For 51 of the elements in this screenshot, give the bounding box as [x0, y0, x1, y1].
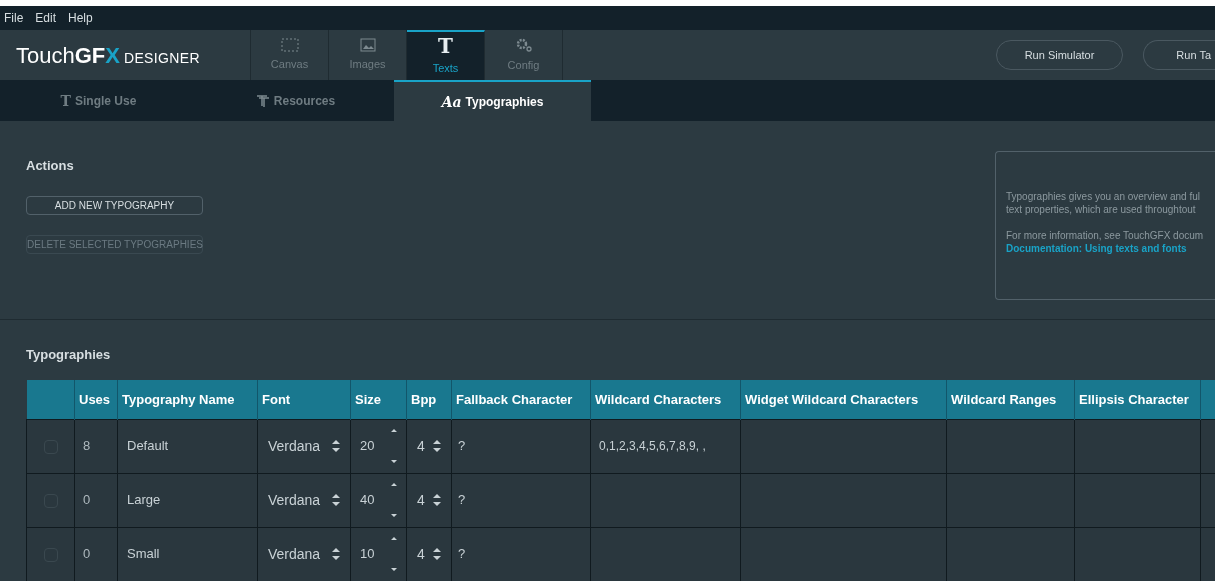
menu-item[interactable]: Help	[68, 9, 93, 27]
table-cell: Small	[127, 546, 160, 562]
info-text: text properties, which are used throughtout	[1006, 203, 1197, 216]
stacked-t-icon	[255, 93, 270, 108]
letter-t-icon: T	[438, 35, 453, 56]
up-down-arrows-icon	[432, 440, 441, 452]
column-header[interactable]: Wildcard Ranges	[946, 380, 1075, 419]
letter-t-icon: T	[60, 90, 72, 111]
section-title: Typographies	[26, 347, 111, 362]
dotted-frame-icon	[280, 37, 299, 52]
column-header[interactable]: Fallback Character	[451, 380, 591, 419]
up-down-arrows-icon	[332, 440, 340, 452]
table-cell: 8	[83, 438, 91, 454]
column-header[interactable]: Wildcard Characters	[590, 380, 741, 419]
table-cell: Large	[127, 492, 161, 508]
column-header[interactable]: Uses	[74, 380, 118, 419]
column-header[interactable]: Size	[350, 380, 407, 419]
info-text: For more information, see TouchGFX docum	[1006, 229, 1205, 242]
table-cell: ?	[458, 492, 466, 508]
column-header[interactable]: Widget Wildcard Characters	[740, 380, 947, 419]
column-header[interactable]: Ellipsis Character	[1074, 380, 1201, 419]
image-icon	[359, 37, 376, 52]
up-down-arrows-icon	[432, 494, 441, 506]
table-cell: 0,1,2,3,4,5,6,7,8,9, ,	[599, 439, 706, 453]
table-cell: 0	[83, 546, 91, 562]
spinner-arrows-icon	[391, 483, 397, 517]
section-title: Actions	[26, 157, 74, 175]
documentation-link[interactable]: Documentation: Using texts and fonts	[1006, 242, 1215, 255]
action-button[interactable]: ADD NEW TYPOGRAPHY	[26, 195, 203, 215]
table-cell: 0	[83, 492, 91, 508]
table-cell: Default	[127, 438, 169, 454]
column-header[interactable]: Font	[257, 380, 351, 419]
info-text: Typographies gives you an overview and ful	[1006, 190, 1201, 203]
column-header[interactable]: Typography Name	[117, 380, 258, 419]
spinner-arrows-icon	[391, 537, 397, 571]
main-tab[interactable]: T Texts	[407, 30, 485, 80]
up-down-arrows-icon	[332, 494, 340, 506]
up-down-arrows-icon	[332, 548, 340, 560]
menu-item[interactable]: Edit	[35, 9, 57, 27]
table-cell: ?	[458, 438, 466, 454]
column-header[interactable]: Bpp	[406, 380, 452, 419]
gears-icon	[514, 36, 533, 53]
typography-icon: Aa	[441, 91, 462, 112]
sub-tab[interactable]: Resources	[197, 80, 394, 121]
app-logo: TouchGFX DESIGNER	[16, 41, 200, 70]
sub-tab[interactable]: Aa Typographies	[394, 80, 591, 121]
table-cell: ?	[458, 546, 466, 562]
sub-tab[interactable]: T Single Use	[0, 80, 197, 121]
up-down-arrows-icon	[432, 548, 441, 560]
spinner-arrows-icon	[391, 429, 397, 463]
menu-item[interactable]: File	[4, 9, 24, 27]
